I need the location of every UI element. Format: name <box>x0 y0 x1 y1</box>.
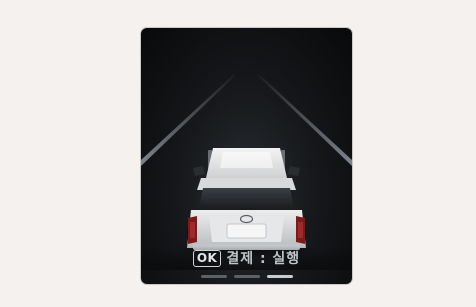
confirm-prompt: OK 결제 : 실행 <box>141 246 352 270</box>
page-indicator-dot-1[interactable] <box>200 275 227 278</box>
page-indicator-dot-3[interactable] <box>266 275 293 278</box>
infotainment-screen: OK 결제 : 실행 <box>141 28 352 284</box>
ok-button[interactable]: OK <box>192 249 222 267</box>
page-indicator <box>141 274 352 280</box>
suv-rear-view <box>187 148 306 250</box>
page-indicator-dot-2[interactable] <box>233 275 260 278</box>
prompt-text: 결제 : 실행 <box>226 251 301 267</box>
